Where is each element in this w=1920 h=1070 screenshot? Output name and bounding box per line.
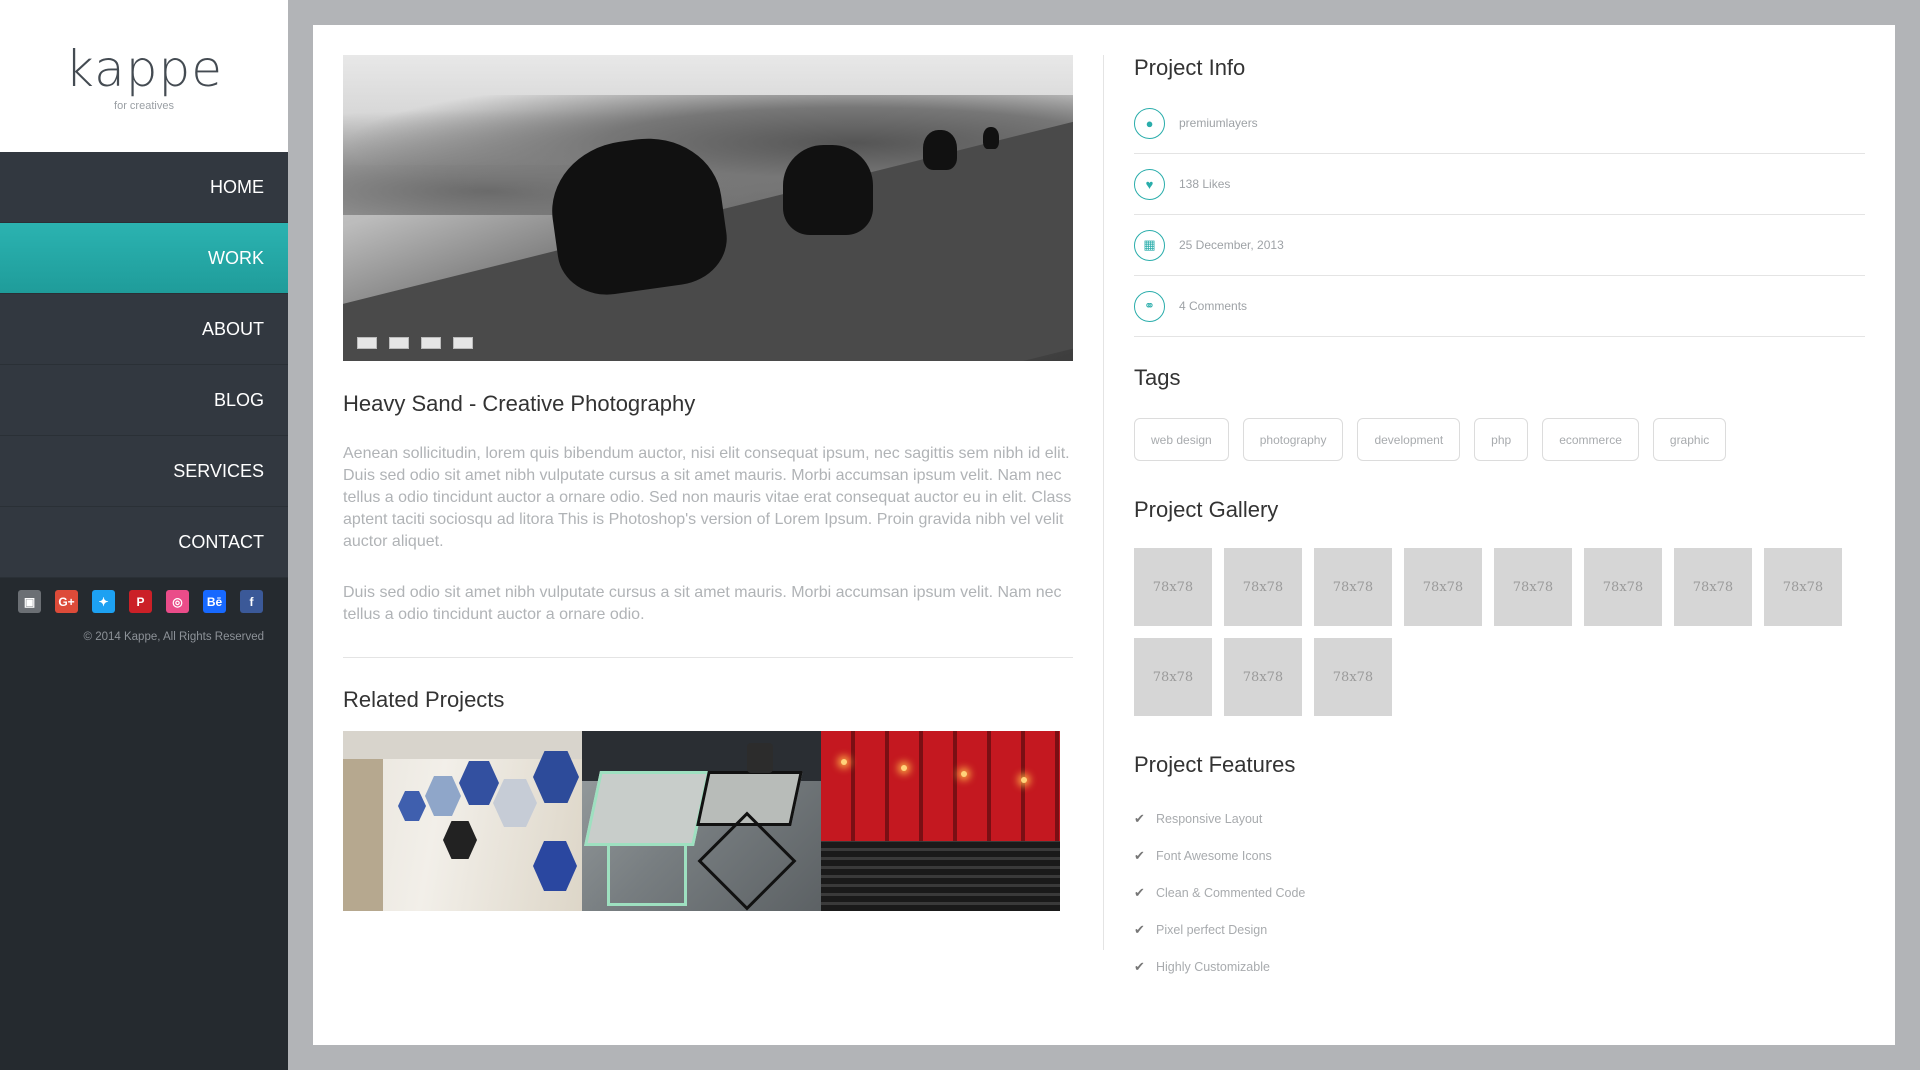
check-icon: ✔ [1134, 884, 1145, 900]
dribbble-icon[interactable]: ◎ [166, 590, 189, 613]
gallery-thumb[interactable]: 78x78 [1494, 548, 1572, 626]
tag-web-design[interactable]: web design [1134, 418, 1229, 461]
project-description: Aenean sollicitudin, lorem quis bibendum… [343, 445, 1072, 550]
project-description-2: Duis sed odio sit amet nibh vulputate cu… [343, 584, 1062, 623]
features-title: Project Features [1134, 752, 1296, 777]
feature-item: ✔ Pixel perfect Design [1134, 911, 1865, 948]
gallery-thumb[interactable]: 78x78 [1134, 548, 1212, 626]
info-row-comments: ⚭ 4 Comments [1134, 276, 1865, 337]
slider-dot[interactable] [421, 337, 441, 349]
project-sidebar: Project Info ● premiumlayers ♥ 138 Likes… [1134, 55, 1865, 985]
calendar-icon: ▦ [1134, 229, 1165, 261]
tag-ecommerce[interactable]: ecommerce [1542, 418, 1639, 461]
info-comments[interactable]: 4 Comments [1179, 299, 1247, 313]
feature-label: Pixel perfect Design [1156, 922, 1268, 937]
gallery-thumb[interactable]: 78x78 [1224, 638, 1302, 716]
gallery-thumb[interactable]: 78x78 [1404, 548, 1482, 626]
tags-title: Tags [1134, 365, 1181, 390]
user-icon: ● [1134, 107, 1165, 139]
sidebar: kappe for creatives HOME WORK ABOUT BLOG… [0, 0, 288, 1070]
nav-item-blog[interactable]: BLOG [0, 365, 288, 436]
project-info-list: ● premiumlayers ♥ 138 Likes ▦ 25 Decembe… [1134, 93, 1865, 337]
check-icon: ✔ [1134, 958, 1145, 974]
info-row-likes: ♥ 138 Likes [1134, 154, 1865, 215]
gallery-thumb[interactable]: 78x78 [1224, 548, 1302, 626]
related-projects-title: Related Projects [343, 687, 505, 712]
feature-list: ✔ Responsive Layout ✔ Font Awesome Icons… [1134, 800, 1865, 985]
tag-photography[interactable]: photography [1242, 418, 1344, 461]
feature-label: Clean & Commented Code [1156, 885, 1306, 900]
tag-graphic[interactable]: graphic [1652, 418, 1727, 461]
behance-icon[interactable]: Bē [203, 590, 226, 613]
main-nav: HOME WORK ABOUT BLOG SERVICES CONTACT [0, 152, 288, 578]
copyright: © 2014 Kappe, All Rights Reserved [83, 631, 264, 643]
flickr-icon[interactable]: ▣ [18, 590, 41, 613]
info-author[interactable]: premiumlayers [1179, 116, 1258, 130]
feature-item: ✔ Highly Customizable [1134, 948, 1865, 985]
slider-dot[interactable] [453, 337, 473, 349]
check-icon: ✔ [1134, 921, 1145, 937]
info-row-author: ● premiumlayers [1134, 93, 1865, 154]
content-card: Heavy Sand - Creative Photography Aenean… [313, 25, 1895, 1045]
tag-list: web design photography development php e… [1134, 418, 1865, 461]
gallery-thumb[interactable]: 78x78 [1314, 548, 1392, 626]
nav-item-work[interactable]: WORK [0, 223, 288, 294]
nav-item-contact[interactable]: CONTACT [0, 507, 288, 578]
divider [343, 657, 1073, 658]
tag-development[interactable]: development [1357, 418, 1461, 461]
column-separator [1103, 55, 1104, 950]
nav-item-home[interactable]: HOME [0, 152, 288, 223]
gallery-thumb[interactable]: 78x78 [1674, 548, 1752, 626]
feature-item: ✔ Responsive Layout [1134, 800, 1865, 837]
nav-item-services[interactable]: SERVICES [0, 436, 288, 507]
slider-dot[interactable] [389, 337, 409, 349]
related-project-thumb[interactable] [343, 731, 582, 911]
info-row-date: ▦ 25 December, 2013 [1134, 215, 1865, 276]
feature-item: ✔ Font Awesome Icons [1134, 837, 1865, 874]
logo[interactable]: kappe for creatives [0, 0, 288, 152]
check-icon: ✔ [1134, 810, 1145, 826]
project-title: Heavy Sand - Creative Photography [343, 391, 696, 416]
related-project-thumb[interactable] [582, 731, 821, 911]
check-icon: ✔ [1134, 847, 1145, 863]
gallery-thumb[interactable]: 78x78 [1134, 638, 1212, 716]
gallery-thumb[interactable]: 78x78 [1584, 548, 1662, 626]
skater-figure [923, 130, 957, 170]
pinterest-icon[interactable]: P [129, 590, 152, 613]
logo-tagline: for creatives [114, 100, 174, 112]
google-plus-icon[interactable]: G+ [55, 590, 78, 613]
info-likes: 138 Likes [1179, 177, 1231, 191]
skater-figure [983, 127, 999, 149]
gallery-title: Project Gallery [1134, 497, 1279, 522]
project-info-title: Project Info [1134, 55, 1246, 80]
project-gallery: 78x78 78x78 78x78 78x78 78x78 78x78 78x7… [1134, 548, 1874, 716]
feature-item: ✔ Clean & Commented Code [1134, 874, 1865, 911]
related-project-thumb[interactable] [821, 731, 1060, 911]
facebook-icon[interactable]: f [240, 590, 263, 613]
feature-label: Responsive Layout [1156, 811, 1263, 826]
feature-label: Font Awesome Icons [1156, 848, 1272, 863]
gallery-thumb[interactable]: 78x78 [1314, 638, 1392, 716]
skater-figure [783, 145, 873, 235]
related-projects [343, 731, 1073, 911]
twitter-icon[interactable]: ✦ [92, 590, 115, 613]
hero-slider[interactable] [343, 55, 1073, 361]
nav-item-about[interactable]: ABOUT [0, 294, 288, 365]
project-detail: Heavy Sand - Creative Photography Aenean… [343, 55, 1073, 911]
feature-label: Highly Customizable [1156, 959, 1270, 974]
social-links: ▣ G+ ✦ P ◎ Bē f [0, 590, 288, 613]
gallery-thumb[interactable]: 78x78 [1764, 548, 1842, 626]
logo-text: kappe [65, 40, 223, 98]
link-icon: ⚭ [1134, 290, 1165, 322]
tag-php[interactable]: php [1474, 418, 1529, 461]
slider-pagination [357, 337, 473, 349]
heart-icon[interactable]: ♥ [1134, 168, 1165, 200]
slider-dot[interactable] [357, 337, 377, 349]
info-date: 25 December, 2013 [1179, 238, 1284, 252]
